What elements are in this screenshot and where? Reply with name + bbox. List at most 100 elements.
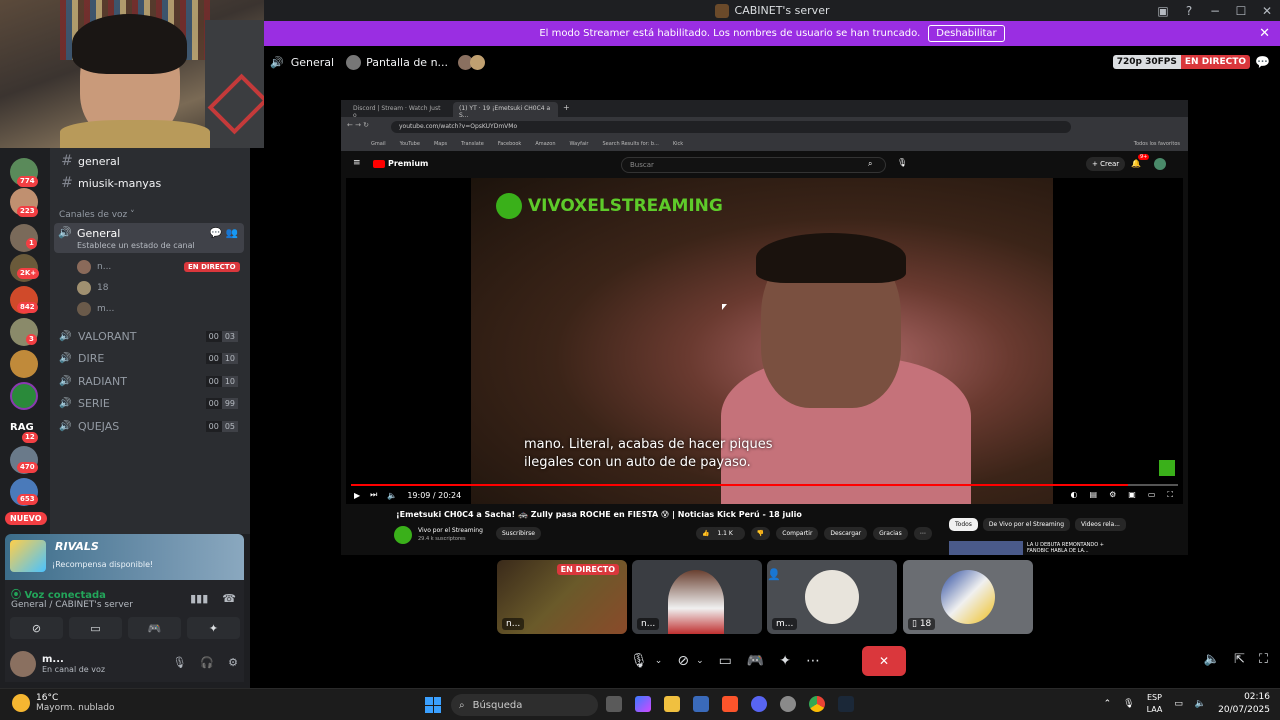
captions-icon[interactable]: ▤ <box>1090 490 1098 500</box>
chat-bubble-icon[interactable]: 💬 <box>1255 55 1270 69</box>
participant-tile[interactable]: m... ⌄ 👤 <box>767 560 897 634</box>
create-button[interactable]: + Crear <box>1086 157 1126 171</box>
channel-name[interactable]: Vivo por el Streaming <box>418 527 483 534</box>
bookmark[interactable]: Translate <box>461 141 484 147</box>
minimize-button[interactable]: − <box>1202 4 1228 18</box>
microphone-icon[interactable]: 🎙 <box>172 656 186 669</box>
progress-bar[interactable] <box>351 484 1178 486</box>
new-badge[interactable]: NUEVO <box>5 512 47 525</box>
bookmark[interactable]: Facebook <box>498 141 522 147</box>
screen-share-icon[interactable]: ▭ <box>719 653 732 669</box>
help-icon[interactable]: ? <box>1176 4 1202 18</box>
weather-widget[interactable]: 16°C Mayorm. nublado <box>12 693 115 713</box>
microphone-icon[interactable]: 🎙 <box>1123 699 1134 709</box>
play-icon[interactable]: ▶ <box>354 491 360 500</box>
chip[interactable]: De Vivo por el Streaming <box>982 518 1071 531</box>
disconnect-icon[interactable]: ☎ <box>222 592 236 605</box>
close-button[interactable]: ✕ <box>1254 4 1280 18</box>
voice-user[interactable]: n... <box>77 258 111 276</box>
steam-icon[interactable] <box>838 696 854 712</box>
add-person-icon[interactable]: 👤 <box>767 568 781 581</box>
voice-channel-radiant[interactable]: 🔊 RADIANT 00 10 <box>50 370 250 392</box>
chevron-down-icon[interactable]: ⌄ <box>655 656 663 666</box>
soundboard-icon[interactable]: ✦ <box>779 653 791 669</box>
bookmark[interactable]: YouTube <box>400 141 420 147</box>
maximize-button[interactable]: ☐ <box>1228 4 1254 18</box>
voice-status[interactable]: ⦿ Voz conectada <box>11 586 106 601</box>
autoplay-toggle[interactable]: ◐ <box>1071 490 1078 500</box>
headphones-icon[interactable]: 🎧 <box>200 656 214 669</box>
menu-icon[interactable]: ≡ <box>353 158 361 168</box>
soundboard-icon[interactable]: ▮▮▮ <box>190 592 208 605</box>
copilot-icon[interactable] <box>635 696 651 712</box>
rivals-promo[interactable]: RIVALS ¡Recompensa disponible! <box>5 534 244 580</box>
bookmark[interactable]: Gmail <box>371 141 386 147</box>
voice-location[interactable]: General / CABINET's server <box>11 600 133 610</box>
stream-label[interactable]: Pantalla de n... <box>366 56 448 69</box>
inbox-icon[interactable]: ▣ <box>1150 4 1176 18</box>
volume-icon[interactable]: 🔈 <box>1195 699 1206 709</box>
more-icon[interactable]: ⋯ <box>913 527 932 540</box>
bookmark[interactable]: Maps <box>434 141 447 147</box>
windows-start-icon[interactable] <box>425 697 441 713</box>
voice-section-label[interactable]: Canales de voz ˅ <box>59 210 135 220</box>
camera-off-button[interactable]: ⊘ <box>10 617 63 639</box>
youtube-search-input[interactable]: Buscar <box>621 157 886 173</box>
chevron-up-icon[interactable]: ⌃ <box>1104 699 1112 709</box>
popout-icon[interactable]: ⇱ <box>1234 652 1245 667</box>
volume-icon[interactable]: 🔈 <box>387 491 397 500</box>
settings-gear-icon[interactable]: ⚙ <box>228 656 238 669</box>
store-icon[interactable] <box>693 696 709 712</box>
more-icon[interactable]: ⋯ <box>806 653 820 669</box>
volume-icon[interactable]: 🔈 <box>1204 652 1220 667</box>
viewer-avatar[interactable] <box>470 54 486 70</box>
screen-share-button[interactable]: ▭ <box>69 617 122 639</box>
disable-streamer-mode-button[interactable]: Deshabilitar <box>928 25 1005 42</box>
text-channel-miusik-manyas[interactable]: # miusik-manyas <box>50 172 250 194</box>
taskbar-search[interactable]: ⌕ Búsqueda <box>451 694 598 716</box>
language-indicator[interactable]: ESP LAA <box>1147 692 1163 716</box>
avatar[interactable] <box>10 651 36 677</box>
settings-gear-icon[interactable]: ⚙ <box>1109 490 1116 500</box>
discord-icon[interactable] <box>751 696 767 712</box>
stream-channel-name[interactable]: General <box>291 56 334 69</box>
download-button[interactable]: Descargar <box>824 527 868 540</box>
stop-stream-button[interactable]: ✕ <box>862 646 906 676</box>
invite-icon[interactable]: 👥 <box>226 228 238 239</box>
chip[interactable]: Videos rela... <box>1075 518 1126 531</box>
participant-tile[interactable]: EN DIRECTO n... <box>497 560 627 634</box>
bell-icon[interactable]: 🔔 <box>1131 159 1141 168</box>
voice-channel-quejas[interactable]: 🔊 QUEJAS 00 05 <box>50 415 250 437</box>
voice-channel-general[interactable]: 🔊 General Establece un estado de canal 💬… <box>54 223 244 253</box>
related-video-title[interactable]: LA U DEBUTA REMONTANDO + FANOBIC HABLA D… <box>1027 542 1117 554</box>
thanks-button[interactable]: Gracias <box>873 527 908 540</box>
network-icon[interactable]: ▭ <box>1174 699 1183 709</box>
file-explorer-icon[interactable] <box>664 696 680 712</box>
related-video-thumbnail[interactable] <box>949 541 1023 555</box>
clock[interactable]: 02:16 20/07/2025 <box>1218 691 1270 717</box>
chevron-down-icon[interactable]: ⌄ <box>696 656 704 666</box>
new-tab-icon[interactable]: + <box>563 103 570 112</box>
server-icon-8[interactable] <box>10 382 38 410</box>
chat-icon[interactable]: 💬 <box>210 228 222 239</box>
chip[interactable]: Todos <box>949 518 978 531</box>
browser-tab[interactable]: Discord | Stream · Watch Just o <box>347 102 452 119</box>
video-player[interactable]: VIVOXELSTREAMING mano. Literal, acabas d… <box>346 178 1183 504</box>
nav-arrows-icon[interactable]: ← → ↻ <box>347 121 369 129</box>
participant-tile[interactable]: ▯ 18 <box>903 560 1033 634</box>
task-view-icon[interactable] <box>606 696 622 712</box>
activities-icon[interactable]: 🎮 <box>747 653 764 669</box>
dislike-button[interactable]: 👎 <box>750 527 771 540</box>
server-icon-7[interactable] <box>10 350 38 378</box>
soundboard-button[interactable]: ✦ <box>187 617 240 639</box>
avatar[interactable] <box>1154 158 1166 170</box>
browser-tab-active[interactable]: (1) YT · 19 ¡Emetsuki CH0C4 a S... <box>453 102 558 119</box>
voice-user[interactable]: m... <box>77 300 114 318</box>
next-icon[interactable]: ⏭ <box>370 490 377 500</box>
like-button[interactable]: 👍 1.1 K <box>696 527 745 540</box>
voice-channel-valorant[interactable]: 🔊 VALORANT 00 03 <box>50 325 250 347</box>
all-bookmarks[interactable]: Todos los favoritos <box>1134 141 1180 147</box>
chrome-icon[interactable] <box>809 696 825 712</box>
voice-search-icon[interactable]: 🎙 <box>897 158 907 167</box>
activities-button[interactable]: 🎮 <box>128 617 181 639</box>
